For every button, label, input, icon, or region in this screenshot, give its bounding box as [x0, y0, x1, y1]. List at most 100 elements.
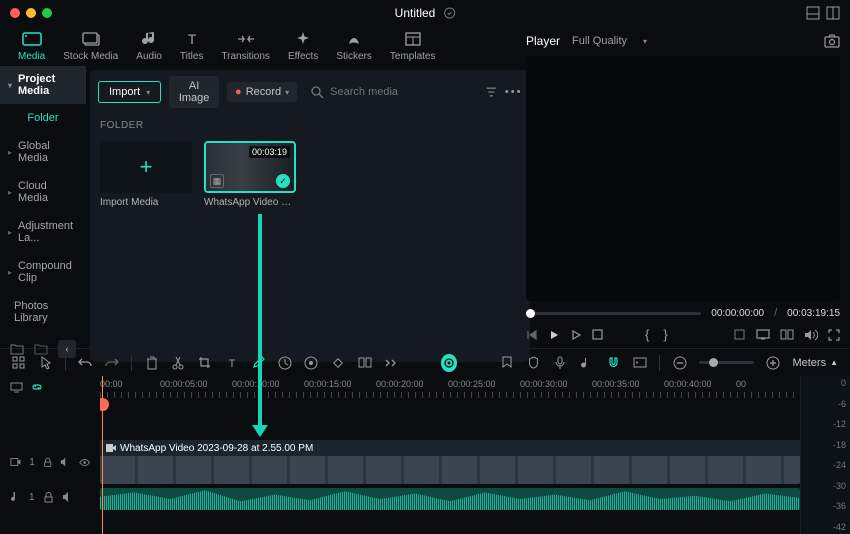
tab-effects[interactable]: Effects: [288, 30, 318, 62]
project-media-label: Project Media: [18, 73, 78, 97]
mute-icon[interactable]: [60, 457, 70, 467]
new-folder-plus-icon[interactable]: [34, 343, 48, 355]
clip-type-icon: [106, 444, 116, 452]
link-icon[interactable]: [31, 381, 43, 393]
video-track-header[interactable]: 1: [0, 438, 100, 486]
tab-stock-media[interactable]: Stock Media: [63, 30, 118, 62]
mark-in-button[interactable]: {: [645, 327, 649, 342]
player-label: Player: [526, 34, 560, 48]
play-reverse-button[interactable]: [570, 329, 582, 341]
ai-button[interactable]: [441, 354, 457, 372]
import-media-tile[interactable]: + Import Media: [100, 141, 192, 208]
marker-button[interactable]: [500, 355, 515, 371]
crop-tool[interactable]: [198, 355, 213, 371]
sidebar-item-photos-library[interactable]: Photos Library: [0, 292, 86, 332]
sync-icon: [443, 7, 455, 19]
sidebar-item-cloud-media[interactable]: Cloud Media: [0, 172, 86, 212]
zoom-out-button[interactable]: [672, 355, 687, 371]
search-input[interactable]: [330, 86, 472, 98]
lock-icon[interactable]: [43, 457, 53, 468]
video-track-lane[interactable]: WhatsApp Video 2023-09-28 at 2.55.00 PM: [100, 438, 800, 486]
playhead[interactable]: [102, 376, 103, 534]
layout-icon-1[interactable]: [806, 6, 820, 20]
add-to-timeline-icon[interactable]: ▦: [210, 174, 224, 188]
effects-icon: [292, 30, 314, 48]
player-viewport[interactable]: [526, 56, 840, 301]
templates-icon: [402, 30, 424, 48]
voiceover-button[interactable]: [553, 355, 568, 371]
zoom-in-button[interactable]: [766, 355, 781, 371]
track-display-icon[interactable]: [10, 382, 23, 393]
split-button[interactable]: [171, 355, 186, 371]
color-button[interactable]: [304, 355, 319, 371]
tab-templates[interactable]: Templates: [390, 30, 436, 62]
fullscreen-button[interactable]: [828, 329, 840, 341]
undo-button[interactable]: [78, 355, 93, 371]
ai-image-button[interactable]: AI Image: [169, 76, 219, 108]
zoom-slider[interactable]: [699, 361, 754, 364]
keyframe-button[interactable]: [331, 355, 346, 371]
new-folder-icon[interactable]: [10, 343, 24, 355]
record-button[interactable]: ● Record ▾: [227, 82, 297, 102]
lock-icon[interactable]: [43, 492, 54, 503]
meters-toggle[interactable]: Meters ▲: [792, 357, 838, 369]
tab-audio[interactable]: Audio: [136, 30, 162, 62]
sidebar-item-compound-clip[interactable]: Compound Clip: [0, 252, 86, 292]
tab-label: Templates: [390, 51, 436, 62]
timeline-ruler[interactable]: 00:00 00:00:05:00 00:00:10:00 00:00:15:0…: [100, 376, 800, 398]
compare-button[interactable]: [780, 329, 794, 340]
waveform: [100, 488, 800, 510]
mute-icon[interactable]: [62, 492, 74, 502]
player-scrubber[interactable]: [526, 312, 701, 315]
audio-track-lane[interactable]: [100, 486, 800, 512]
sidebar-item-global-media[interactable]: Global Media: [0, 132, 86, 172]
filter-icon[interactable]: [486, 85, 497, 99]
audio-mixer-button[interactable]: [579, 355, 594, 371]
snapshot-button[interactable]: [824, 34, 840, 48]
tab-label: Media: [18, 51, 45, 62]
window-minimize[interactable]: [26, 8, 36, 18]
window-close[interactable]: [10, 8, 20, 18]
speed-button[interactable]: [277, 355, 292, 371]
render-button[interactable]: [633, 355, 648, 371]
clip-thumbnails: [100, 456, 800, 484]
stop-button[interactable]: [592, 329, 603, 340]
volume-button[interactable]: [804, 329, 818, 341]
search-icon: [311, 86, 324, 99]
window-maximize[interactable]: [42, 8, 52, 18]
collapse-sidebar-button[interactable]: ‹: [58, 340, 76, 358]
tab-label: Effects: [288, 51, 318, 62]
text-button[interactable]: T: [224, 355, 239, 371]
display-button[interactable]: [756, 329, 770, 340]
layout-icon-2[interactable]: [826, 6, 840, 20]
play-button[interactable]: [548, 329, 560, 341]
mark-out-button[interactable]: }: [663, 327, 667, 342]
redo-button[interactable]: [105, 355, 120, 371]
project-media-header[interactable]: ▾ Project Media: [0, 66, 86, 104]
delete-button[interactable]: [144, 355, 159, 371]
folder-label[interactable]: Folder: [0, 104, 86, 132]
tab-media[interactable]: Media: [18, 30, 45, 62]
current-time: 00:00:00:00: [711, 308, 764, 319]
prev-frame-button[interactable]: [526, 329, 538, 341]
pointer-tool[interactable]: [39, 355, 54, 371]
video-clip[interactable]: WhatsApp Video 2023-09-28 at 2.55.00 PM: [100, 440, 800, 484]
more-tools-button[interactable]: [384, 355, 399, 371]
visibility-icon[interactable]: [79, 458, 90, 467]
tab-stickers[interactable]: Stickers: [336, 30, 372, 62]
tab-titles[interactable]: T Titles: [180, 30, 204, 62]
shield-button[interactable]: [526, 355, 541, 371]
audio-track-header[interactable]: 1: [0, 486, 100, 508]
group-button[interactable]: [357, 355, 372, 371]
magnetic-button[interactable]: [606, 355, 621, 371]
crop-button[interactable]: [733, 328, 746, 341]
import-button[interactable]: Import ▾: [98, 81, 161, 103]
quality-select[interactable]: Full Quality ▾: [572, 35, 647, 47]
select-tool[interactable]: [12, 355, 27, 371]
svg-text:T: T: [228, 358, 235, 369]
media-thumb-whatsapp-video[interactable]: 00:03:19 ▦ ✓ WhatsApp Video 202...: [204, 141, 296, 208]
tab-transitions[interactable]: Transitions: [221, 30, 270, 62]
audio-clip[interactable]: [100, 488, 800, 510]
audio-icon: [138, 30, 160, 48]
sidebar-item-adjustment-layers[interactable]: Adjustment La...: [0, 212, 86, 252]
